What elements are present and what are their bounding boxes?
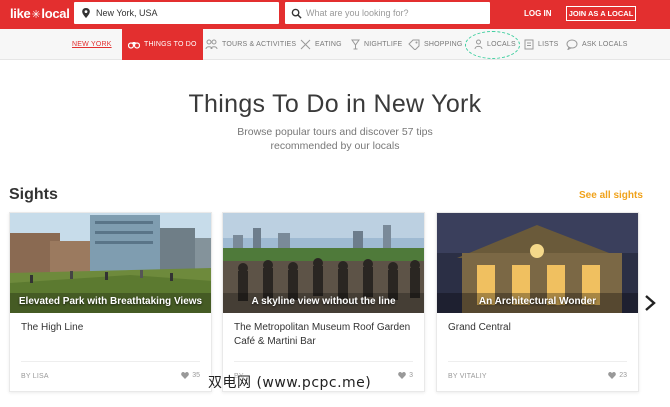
card-author[interactable]: BY LISA bbox=[21, 373, 49, 380]
next-arrow-icon[interactable] bbox=[643, 294, 657, 312]
tab-eating[interactable]: EATING bbox=[300, 29, 342, 60]
card-image[interactable]: An Architectural Wonder bbox=[437, 213, 638, 313]
cocktail-icon bbox=[351, 39, 360, 50]
chat-icon bbox=[566, 39, 578, 50]
likes-count: 3 bbox=[409, 372, 413, 379]
sight-card-high-line[interactable]: Elevated Park with Breathtaking Views Th… bbox=[9, 212, 212, 392]
search-input[interactable] bbox=[306, 8, 476, 18]
card-image[interactable]: Elevated Park with Breathtaking Views bbox=[10, 213, 211, 313]
cutlery-icon bbox=[300, 39, 311, 50]
sight-card-met-roof-garden[interactable]: A skyline view without the line The Metr… bbox=[222, 212, 425, 392]
card-title[interactable]: The Metropolitan Museum Roof Garden Café… bbox=[234, 321, 419, 349]
tab-label: ASK LOCALS bbox=[582, 41, 628, 48]
card-likes[interactable]: 23 bbox=[608, 372, 627, 379]
section-title-sights: Sights bbox=[9, 186, 58, 203]
site-logo[interactable]: like✳local bbox=[10, 6, 70, 21]
card-divider bbox=[234, 361, 413, 362]
location-pin-icon bbox=[82, 8, 90, 18]
logo-text-local: local bbox=[41, 6, 70, 21]
tag-icon bbox=[408, 39, 420, 50]
binoculars-icon bbox=[128, 42, 140, 49]
page-subtitle: Browse popular tours and discover 57 tip… bbox=[200, 125, 470, 153]
sight-card-grand-central[interactable]: An Architectural Wonder Grand Central BY… bbox=[436, 212, 639, 392]
top-bar: like✳local LOG IN JOIN AS A LOCAL bbox=[0, 0, 670, 29]
tab-label: TOURS & ACTIVITIES bbox=[222, 41, 297, 48]
page-title: Things To Do in New York bbox=[188, 90, 482, 118]
location-input[interactable] bbox=[96, 8, 266, 18]
join-as-local-button[interactable]: JOIN AS A LOCAL bbox=[566, 6, 636, 21]
card-author[interactable]: BY VITALIY bbox=[448, 373, 487, 380]
locals-highlight-ring bbox=[465, 31, 520, 59]
card-caption: Elevated Park with Breathtaking Views bbox=[18, 296, 203, 307]
subtitle-line-2: recommended by our locals bbox=[270, 140, 400, 152]
tab-label: EATING bbox=[315, 41, 342, 48]
nav-city-link[interactable]: NEW YORK bbox=[72, 29, 112, 60]
tab-label: THINGS TO DO bbox=[144, 41, 197, 48]
card-divider bbox=[21, 361, 200, 362]
card-likes[interactable]: 3 bbox=[398, 372, 413, 379]
heart-icon bbox=[608, 372, 617, 379]
people-icon bbox=[205, 39, 218, 50]
login-link[interactable]: LOG IN bbox=[524, 9, 552, 18]
tab-nightlife[interactable]: NIGHTLIFE bbox=[351, 29, 402, 60]
heart-icon bbox=[398, 372, 406, 379]
likes-count: 23 bbox=[619, 372, 627, 379]
tab-things-to-do[interactable]: THINGS TO DO bbox=[122, 29, 203, 60]
see-all-sights-link[interactable]: See all sights bbox=[579, 190, 643, 201]
tab-ask-locals[interactable]: ASK LOCALS bbox=[566, 29, 628, 60]
tab-label: NIGHTLIFE bbox=[364, 41, 403, 48]
tab-shopping[interactable]: SHOPPING bbox=[408, 29, 463, 60]
list-icon bbox=[524, 39, 534, 50]
card-title[interactable]: The High Line bbox=[21, 321, 206, 335]
card-image[interactable]: A skyline view without the line bbox=[223, 213, 424, 313]
search-icon bbox=[291, 8, 302, 19]
card-likes[interactable]: 35 bbox=[181, 372, 200, 379]
watermark: 双电网 (www.pcpc.me) bbox=[208, 375, 372, 391]
search-field[interactable] bbox=[285, 2, 490, 24]
card-caption: A skyline view without the line bbox=[251, 296, 396, 307]
card-caption: An Architectural Wonder bbox=[478, 296, 597, 307]
heart-icon bbox=[181, 372, 190, 379]
category-nav: NEW YORK THINGS TO DO TOURS & ACTIVITIES… bbox=[0, 29, 670, 60]
logo-text-like: like bbox=[10, 6, 31, 21]
tab-label: SHOPPING bbox=[424, 41, 463, 48]
subtitle-line-1: Browse popular tours and discover 57 tip… bbox=[237, 126, 433, 138]
tab-label: LISTS bbox=[538, 41, 559, 48]
logo-heart-icon: ✳ bbox=[31, 9, 41, 21]
tab-tours-activities[interactable]: TOURS & ACTIVITIES bbox=[205, 29, 296, 60]
likes-count: 35 bbox=[192, 372, 200, 379]
location-field[interactable] bbox=[74, 2, 279, 24]
card-divider bbox=[448, 361, 627, 362]
tab-lists[interactable]: LISTS bbox=[524, 29, 558, 60]
card-title[interactable]: Grand Central bbox=[448, 321, 633, 335]
